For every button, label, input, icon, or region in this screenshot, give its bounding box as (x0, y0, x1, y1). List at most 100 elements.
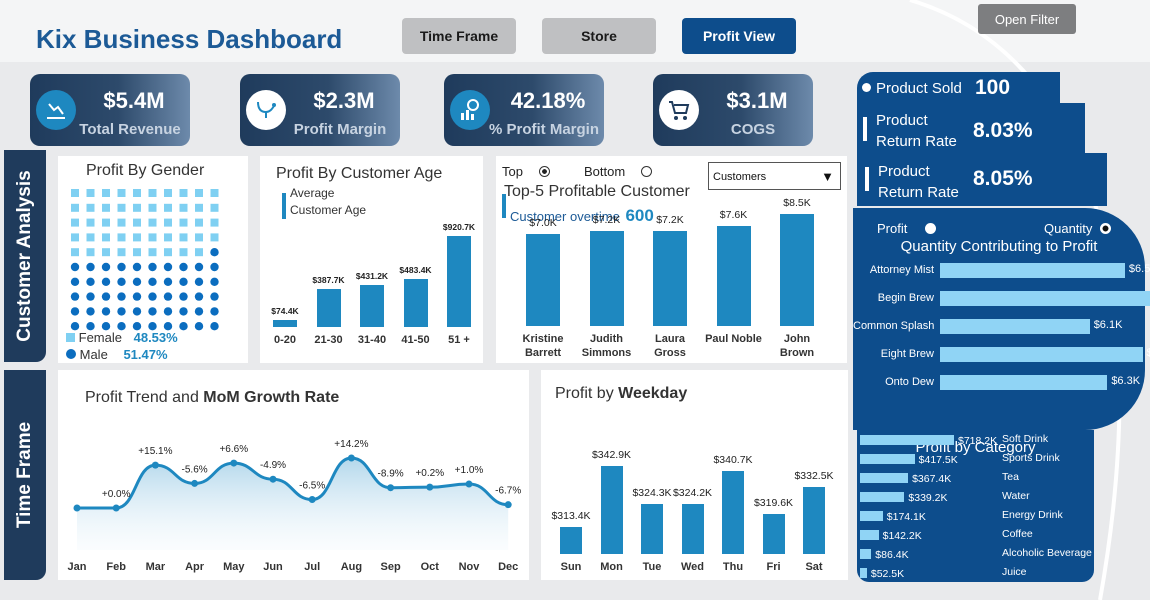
month-label: Feb (106, 561, 126, 573)
time-frame-button[interactable]: Time Frame (402, 18, 516, 54)
male-waffle-cell (117, 292, 126, 301)
x-tick-label: Sun (560, 561, 582, 573)
male-waffle-cell (101, 277, 111, 286)
accent-bar (865, 167, 869, 191)
male-waffle-cell (194, 277, 204, 286)
time-frame-tab[interactable]: Time Frame (4, 370, 46, 580)
trend-point (269, 475, 277, 483)
h-bar-value-label: $367.4K (912, 473, 952, 485)
growth-label: +0.0% (102, 489, 131, 500)
female-waffle-cell (71, 248, 79, 257)
bar-value-label: $332.5K (794, 470, 834, 483)
female-swatch (66, 333, 75, 342)
male-waffle-cell (179, 292, 188, 301)
trend-point (308, 496, 316, 504)
weekday-bar-chart: $313.4K Sun $342.9K Mon $324.3K Tue $324.2K Wed… (541, 370, 848, 580)
bar-value-label: $7.2K (656, 214, 684, 227)
trend-point (151, 461, 159, 469)
kpi-percent-profit-margin: 42.18% % Profit Margin (444, 74, 604, 146)
age-card: Profit By Customer Age Average Customer … (260, 156, 483, 363)
month-label: Jul (304, 561, 320, 573)
growth-label: -6.5% (299, 481, 325, 492)
return1-label-line2: Return Rate (876, 133, 957, 150)
male-waffle-cell (101, 292, 111, 301)
h-bar (940, 291, 1150, 306)
female-waffle-cell (210, 218, 219, 227)
h-bar-category-label: Soft Drink (1002, 433, 1049, 445)
female-waffle-cell (86, 189, 95, 197)
gender-card: Profit By Gender Female 48.53% Male 51.4… (58, 156, 248, 363)
female-waffle-cell (86, 248, 95, 257)
male-waffle-cell (210, 277, 219, 286)
female-waffle-cell (117, 233, 126, 242)
female-waffle-cell (164, 189, 172, 197)
female-waffle-cell (210, 203, 219, 212)
x-tick-label: Thu (722, 561, 744, 573)
weekday-card: Profit by Weekday $313.4K Sun $342.9K Mon $3… (541, 370, 848, 580)
female-waffle-cell (133, 218, 141, 227)
chart-bar (762, 513, 785, 554)
bar-value-label: $8.5K (783, 197, 811, 209)
return1-label: Product Return Rate (876, 110, 957, 152)
h-bar (860, 530, 879, 540)
male-waffle-cell (163, 277, 173, 286)
male-waffle-cell (194, 292, 204, 301)
female-waffle-cell (117, 248, 126, 257)
chart-bar (716, 225, 751, 326)
female-waffle-cell (179, 233, 188, 242)
male-swatch (66, 349, 76, 359)
top5-card: Top Bottom Customers ▼ Top-5 Profitable … (496, 156, 847, 363)
growth-label: +1.0% (455, 465, 484, 476)
female-waffle-cell (86, 218, 95, 227)
h-bar-category-label: Tea (1002, 471, 1019, 483)
male-waffle-cell (70, 292, 80, 301)
bar-value-label: $313.4K (551, 509, 591, 522)
female-waffle-cell (102, 189, 110, 197)
male-waffle-cell (117, 262, 126, 272)
male-waffle-cell (194, 307, 204, 316)
female-waffle-cell (195, 203, 203, 212)
x-tick-label: Tue (642, 561, 662, 573)
male-waffle-cell (117, 307, 126, 316)
return-rate-panel-2: Product Return Rate 8.05% (857, 153, 1107, 206)
male-waffle-cell (148, 292, 157, 301)
month-label: Sep (381, 561, 401, 573)
chart-bar (447, 236, 471, 327)
male-waffle-cell (148, 277, 157, 286)
legend-female: Female 48.53% (66, 330, 178, 345)
kpi-total-revenue: $5.4M Total Revenue (30, 74, 190, 146)
trend-point (426, 483, 434, 491)
h-bar-value-label: $86.4K (875, 549, 909, 561)
h-bar-category-label: Coffee (1002, 528, 1033, 540)
h-bar-value-label: $6.5K (1128, 263, 1150, 275)
male-waffle-cell (148, 262, 157, 272)
male-waffle-cell (163, 292, 173, 301)
h-bar-category-label: Eight Brew (880, 348, 934, 360)
female-waffle-cell (179, 189, 188, 197)
female-value: 48.53% (133, 330, 178, 345)
open-filter-button[interactable]: Open Filter (978, 4, 1076, 34)
female-waffle-cell (71, 189, 79, 197)
male-waffle-cell (163, 262, 173, 272)
store-button[interactable]: Store (542, 18, 656, 54)
h-bar-category-label: Energy Drink (1002, 509, 1063, 521)
chart-bar (681, 504, 704, 554)
male-waffle-cell (70, 307, 80, 316)
h-bar-value-label: $339.2K (908, 492, 948, 504)
male-waffle-cell (179, 307, 188, 316)
profit-view-button[interactable]: Profit View (682, 18, 796, 54)
customer-analysis-tab[interactable]: Customer Analysis (4, 150, 46, 362)
female-waffle-cell (164, 248, 172, 257)
female-waffle-cell (86, 233, 95, 242)
accent-bar (863, 117, 867, 141)
female-waffle-cell (86, 203, 95, 212)
month-label: Mar (146, 561, 166, 573)
growth-label: -5.6% (182, 464, 208, 475)
kpi-label: COGS (730, 121, 776, 138)
kpi-profit-margin: $2.3M Profit Margin (240, 74, 400, 146)
female-waffle-cell (179, 203, 188, 212)
x-tick-label: 0-20 (273, 334, 297, 346)
growth-label: +15.1% (138, 446, 172, 457)
month-label: Jan (68, 561, 87, 573)
female-waffle-cell (148, 189, 157, 197)
